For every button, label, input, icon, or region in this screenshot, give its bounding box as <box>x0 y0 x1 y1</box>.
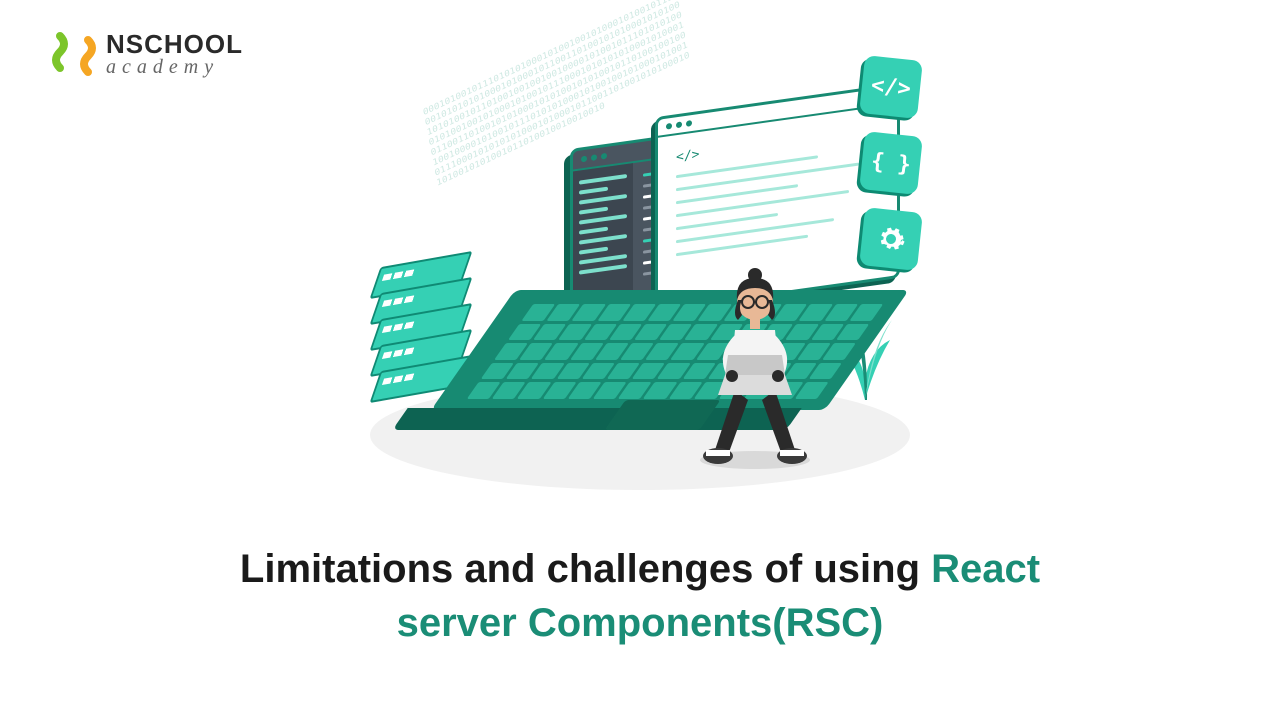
hero-illustration: 0001010010111010101000101001001010001010… <box>330 40 950 500</box>
brand-logo: NSCHOOL academy <box>50 30 243 78</box>
logo-text-top: NSCHOOL <box>106 31 243 57</box>
page-title: Limitations and challenges of using Reac… <box>0 542 1280 650</box>
headline-accent1: React <box>931 547 1040 591</box>
code-badges: </> { } <box>862 58 920 268</box>
logo-mark-icon <box>50 30 98 78</box>
html-tag-badge: </> <box>859 55 923 119</box>
logo-text-bottom: academy <box>106 57 243 77</box>
gear-icon <box>875 223 908 256</box>
gear-badge <box>859 207 923 271</box>
person-with-laptop <box>680 260 830 470</box>
headline-part1: Limitations and challenges of using <box>240 547 931 591</box>
headline-part2: server Components(RSC) <box>397 601 884 645</box>
braces-badge: { } <box>859 131 923 195</box>
